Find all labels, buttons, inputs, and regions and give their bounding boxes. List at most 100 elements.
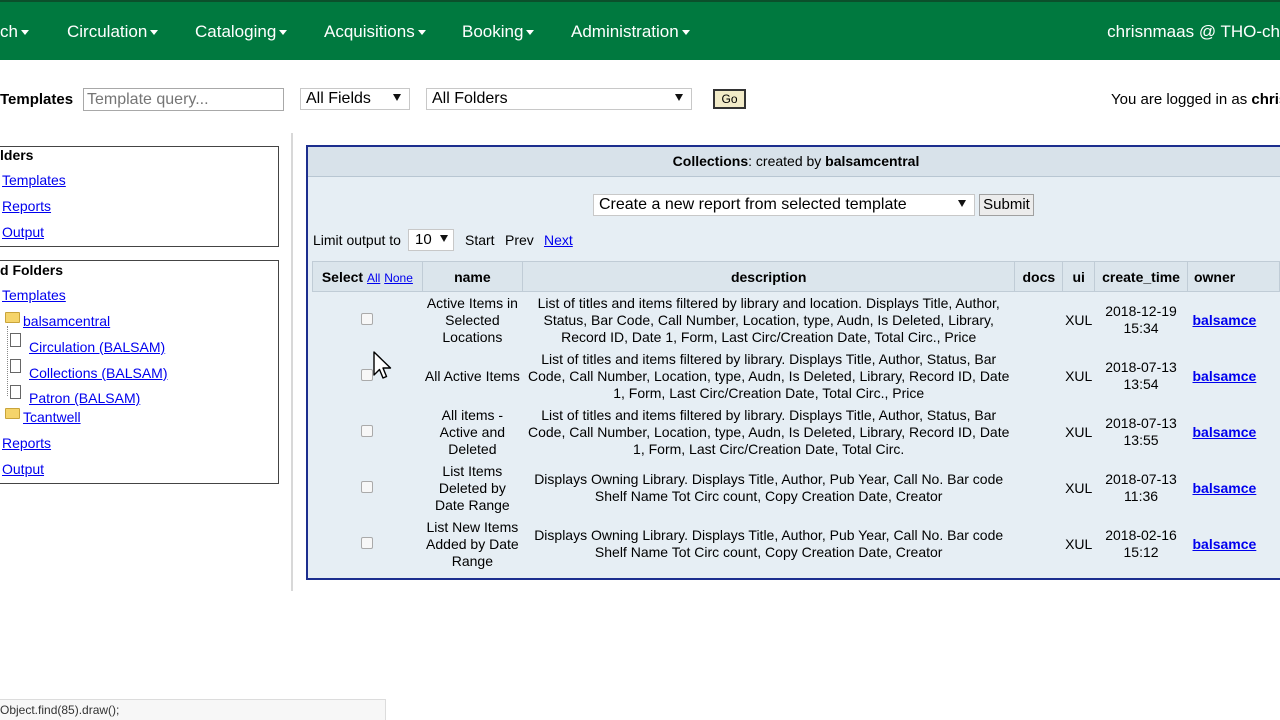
folder-balsamcentral[interactable]: balsamcentral — [23, 313, 110, 329]
row-ui: XUL — [1065, 535, 1093, 552]
nav-search-menu[interactable]: ch — [0, 22, 29, 42]
pager-prev: Prev — [505, 232, 534, 248]
row-owner-link[interactable]: balsamce — [1192, 368, 1256, 384]
shared-folders-title: d Folders — [0, 262, 64, 278]
row-name: List Items Deleted by Date Range — [435, 462, 510, 513]
nav-administration[interactable]: Administration — [571, 22, 690, 42]
user-menu[interactable]: chrisnmaas @ THO-ch — [1107, 22, 1280, 42]
row-checkbox[interactable] — [361, 424, 374, 437]
select-none-link[interactable]: None — [384, 271, 413, 285]
row-name: All items - Active and Deleted — [439, 406, 506, 457]
nav-booking[interactable]: Booking — [462, 22, 535, 42]
pager-next-link[interactable]: Next — [544, 232, 573, 248]
shared-templates-link[interactable]: Templates — [2, 287, 66, 303]
col-docs[interactable]: docs — [1014, 261, 1064, 292]
limit-select[interactable]: 10 — [408, 229, 454, 251]
templates-search-label: Templates — [0, 91, 74, 108]
pane-splitter[interactable] — [291, 133, 293, 591]
row-owner-cell: balsamce — [1187, 404, 1279, 460]
dropdown-arrow-icon — [440, 235, 448, 242]
row-owner-cell: balsamce — [1187, 516, 1279, 572]
row-owner-link[interactable]: balsamce — [1192, 424, 1256, 440]
report-action-select[interactable]: Create a new report from selected templa… — [593, 194, 975, 216]
shared-reports-link[interactable]: Reports — [2, 435, 51, 451]
panel-heading: Collections: created by balsamcentral — [308, 147, 1280, 177]
heading-category: Collections — [672, 153, 749, 169]
row-owner-cell: balsamce — [1187, 460, 1279, 516]
folder-tcantwell[interactable]: Tcantwell — [23, 409, 81, 425]
limit-select-value: 10 — [415, 231, 432, 248]
folder-patron-balsam[interactable]: Patron (BALSAM) — [29, 390, 140, 406]
col-owner[interactable]: owner — [1186, 261, 1280, 292]
document-icon — [10, 385, 21, 399]
document-icon — [10, 333, 21, 347]
row-docs — [1015, 516, 1063, 572]
chevron-down-icon — [279, 30, 288, 36]
go-button[interactable]: Go — [713, 89, 746, 109]
row-checkbox[interactable] — [361, 480, 374, 493]
row-description: List of titles and items filtered by lib… — [537, 294, 1000, 345]
login-user: chris — [1251, 91, 1280, 108]
col-create-time[interactable]: create_time — [1094, 261, 1188, 292]
chevron-down-icon — [526, 30, 535, 36]
status-bar: Object.find(85).draw(); — [0, 699, 386, 720]
row-checkbox[interactable] — [361, 536, 374, 549]
col-description[interactable]: description — [521, 261, 1016, 292]
nav-circulation[interactable]: Circulation — [67, 22, 159, 42]
row-ui: XUL — [1065, 479, 1093, 496]
row-description: Displays Owning Library. Displays Title,… — [534, 471, 1004, 504]
nav-acquisitions-label: Acquisitions — [324, 22, 415, 41]
dropdown-arrow-icon — [958, 200, 966, 207]
select-all-link[interactable]: All — [367, 271, 380, 285]
table-row: Active Items in Selected Locations List … — [313, 292, 1280, 349]
row-select-cell — [313, 404, 423, 460]
mouse-cursor-icon — [373, 351, 392, 379]
row-ui: XUL — [1065, 423, 1093, 440]
document-icon — [10, 359, 21, 373]
nav-booking-label: Booking — [462, 22, 524, 41]
col-select-label: Select — [321, 268, 364, 285]
field-select[interactable]: All Fields — [300, 88, 410, 110]
login-prefix: You are logged in as — [1111, 91, 1248, 108]
row-owner-cell: balsamce — [1187, 292, 1279, 349]
col-ui[interactable]: ui — [1062, 261, 1096, 292]
tree-connector — [7, 326, 8, 396]
col-name[interactable]: name — [421, 261, 523, 292]
top-navbar: ch Circulation Cataloging Acquisitions B… — [0, 0, 1280, 60]
row-create-time: 2018-07-13 11:36 — [1105, 471, 1177, 504]
folder-circulation-balsam[interactable]: Circulation (BALSAM) — [29, 339, 165, 355]
row-docs — [1015, 348, 1063, 404]
template-query-input[interactable] — [83, 88, 284, 111]
my-reports-link[interactable]: Reports — [2, 198, 51, 214]
table-row: All Active Items List of titles and item… — [313, 348, 1280, 404]
heading-mid: : created by — [748, 153, 826, 169]
row-docs — [1015, 460, 1063, 516]
row-create-time: 2018-02-16 15:12 — [1105, 527, 1177, 560]
dropdown-arrow-icon — [675, 94, 683, 101]
chevron-down-icon — [681, 30, 690, 36]
submit-button[interactable]: Submit — [979, 194, 1034, 216]
folder-collections-balsam[interactable]: Collections (BALSAM) — [29, 365, 168, 381]
nav-administration-label: Administration — [571, 22, 679, 41]
nav-acquisitions[interactable]: Acquisitions — [324, 22, 426, 42]
my-output-link[interactable]: Output — [2, 224, 44, 240]
row-ui: XUL — [1065, 311, 1093, 328]
row-owner-link[interactable]: balsamce — [1192, 480, 1256, 496]
shared-output-link[interactable]: Output — [2, 461, 44, 477]
row-select-cell — [313, 292, 423, 349]
dropdown-arrow-icon — [393, 94, 401, 101]
field-select-value: All Fields — [306, 90, 371, 107]
limit-label: Limit output to — [313, 232, 401, 248]
row-owner-link[interactable]: balsamce — [1192, 312, 1256, 328]
table-row: All items - Active and Deleted List of t… — [313, 404, 1280, 460]
nav-cataloging-label: Cataloging — [195, 22, 277, 41]
row-owner-link[interactable]: balsamce — [1192, 536, 1256, 552]
folder-select[interactable]: All Folders — [426, 88, 692, 110]
row-create-time: 2018-12-19 15:34 — [1105, 303, 1177, 336]
templates-table: Select All None name description docs ui… — [312, 261, 1280, 572]
my-templates-link[interactable]: Templates — [2, 172, 66, 188]
row-checkbox[interactable] — [361, 312, 374, 325]
folder-select-value: All Folders — [432, 90, 508, 107]
nav-cataloging[interactable]: Cataloging — [195, 22, 288, 42]
row-select-cell — [313, 348, 423, 404]
